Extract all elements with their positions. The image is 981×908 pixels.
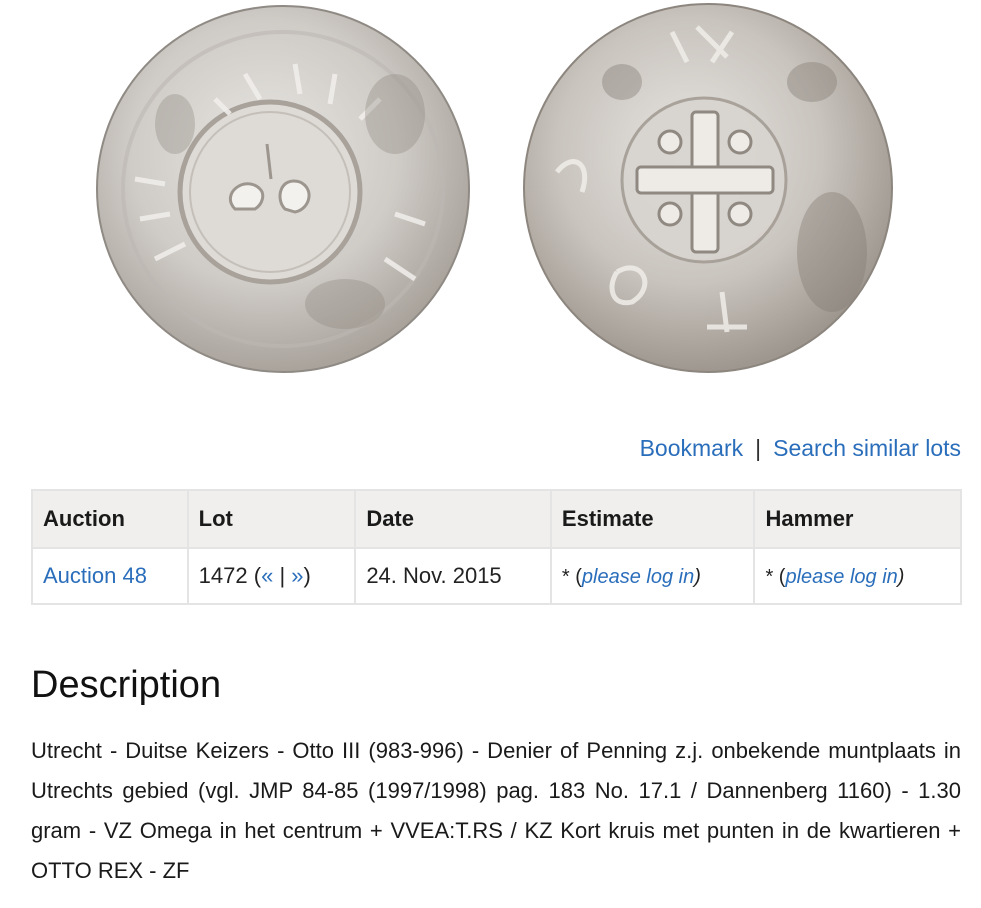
coin-obverse-image[interactable] [95, 4, 471, 374]
cell-lot: 1472 (« | ») [186, 547, 357, 605]
cell-date: 24. Nov. 2015 [354, 547, 552, 605]
links-separator: | [755, 435, 762, 461]
hammer-star: * ( [765, 566, 786, 588]
table-header-row: Auction Lot Date Estimate Hammer [31, 489, 962, 549]
lot-actions: Bookmark | Search similar lots [640, 435, 961, 462]
bookmark-link[interactable]: Bookmark [640, 435, 744, 461]
header-estimate: Estimate [549, 489, 756, 549]
search-similar-lots-link[interactable]: Search similar lots [773, 435, 961, 461]
header-lot: Lot [186, 489, 357, 549]
coin-images [0, 0, 981, 390]
previous-lot-link[interactable]: « [261, 563, 273, 588]
lot-paren-open: ( [253, 563, 262, 588]
header-date: Date [354, 489, 552, 549]
estimate-paren-close: ) [694, 566, 701, 588]
next-lot-link[interactable]: » [291, 563, 303, 588]
lot-paren-close: ) [303, 563, 311, 588]
auction-link[interactable]: Auction 48 [43, 563, 147, 588]
description-heading: Description [31, 664, 222, 706]
lot-nav-separator: | [279, 563, 286, 588]
cell-estimate: * (please log in) [549, 547, 756, 605]
table-row: Auction 48 1472 (« | ») 24. Nov. 2015 * … [31, 547, 962, 605]
estimate-login-link[interactable]: please log in [582, 566, 694, 588]
hammer-paren-close: ) [897, 566, 905, 588]
header-auction: Auction [31, 489, 189, 549]
cell-auction: Auction 48 [31, 547, 189, 605]
coin-reverse-image[interactable] [522, 2, 894, 374]
lot-info-table: Auction Lot Date Estimate Hammer Auction… [31, 489, 962, 605]
cell-hammer: * (please log in) [753, 547, 962, 605]
lot-number: 1472 [198, 563, 248, 588]
description-text: Utrecht - Duitse Keizers - Otto III (983… [31, 738, 961, 883]
estimate-star: * ( [561, 566, 582, 588]
header-hammer: Hammer [753, 489, 962, 549]
hammer-login-link[interactable]: please log in [785, 566, 897, 588]
